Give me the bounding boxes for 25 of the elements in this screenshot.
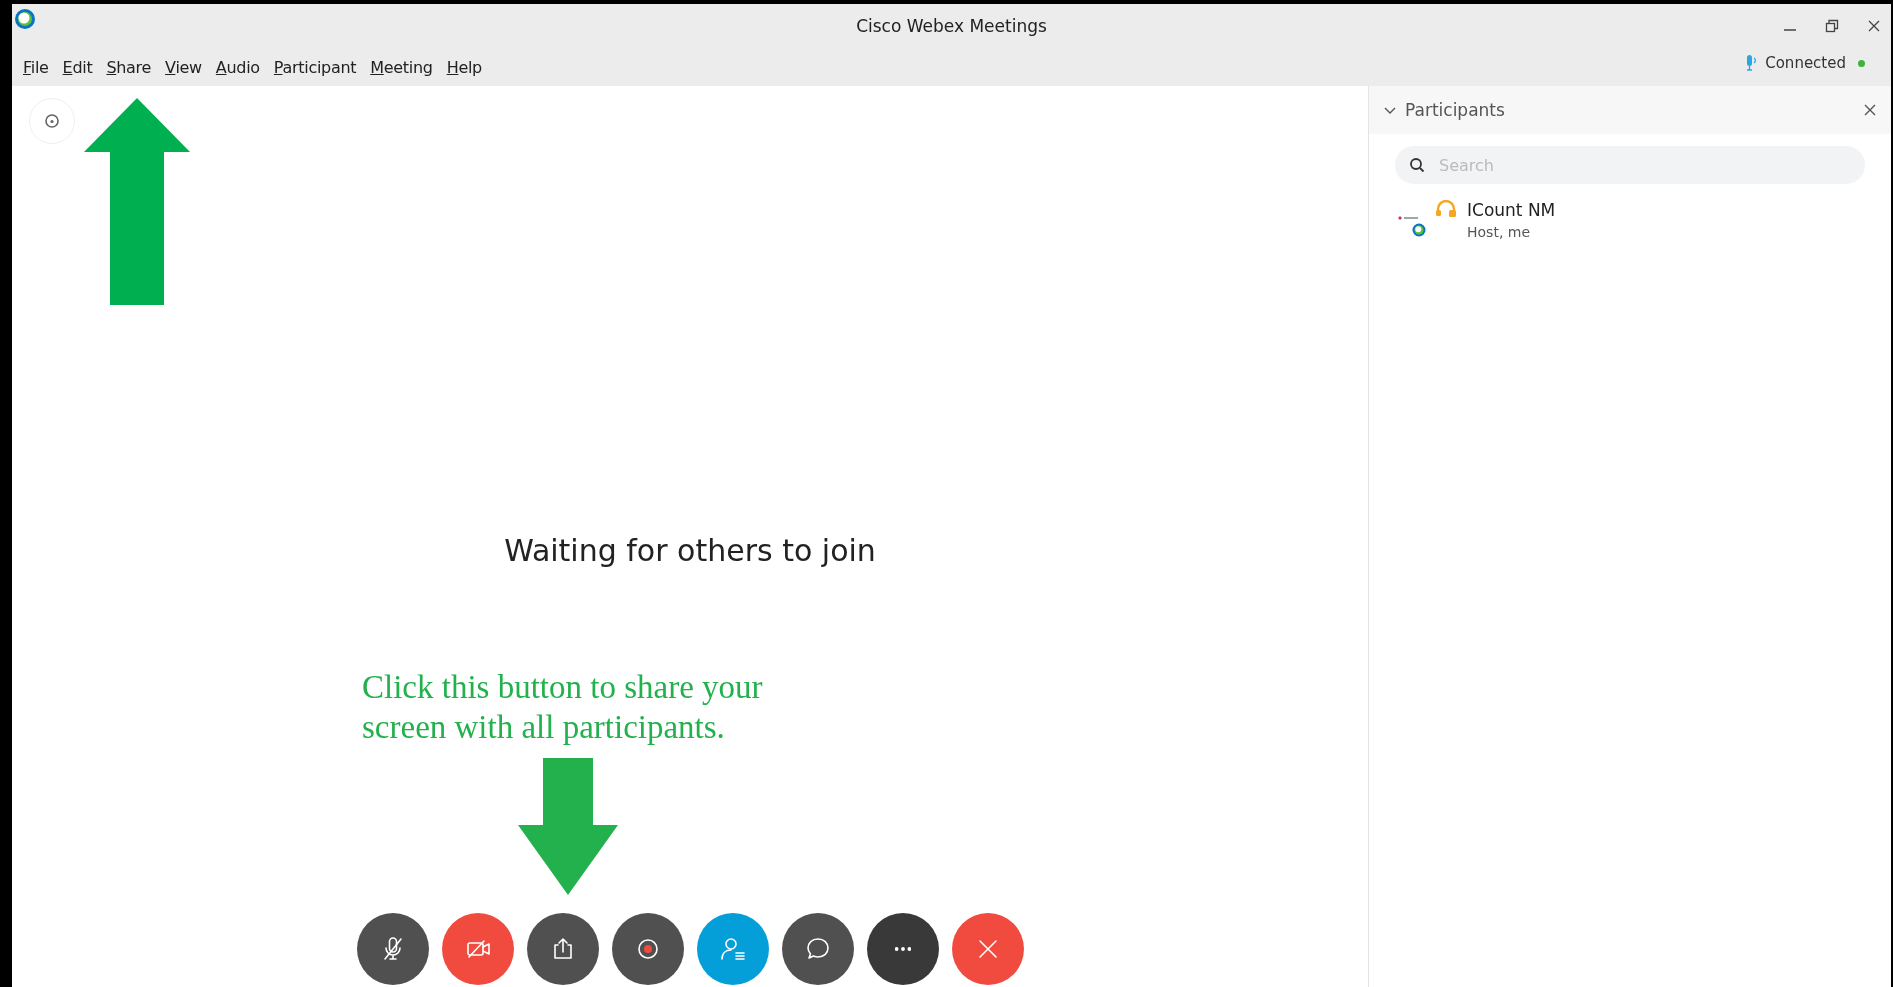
connection-status: Connected [1765,54,1846,72]
menu-item[interactable]: Participant [266,57,364,77]
info-icon [44,113,60,129]
annotation-text: Click this button to share your screen with all participants. [362,668,764,747]
close-icon[interactable] [1867,19,1881,33]
headset-icon [1435,200,1457,220]
window-title: Cisco Webex Meetings [856,16,1047,36]
menu-item[interactable]: Edit [55,57,100,77]
participant-name: ICount NM [1467,200,1556,220]
more-icon [894,947,911,951]
menu-item[interactable]: View [158,57,209,77]
menu-item[interactable]: Help [439,57,489,77]
menu-item[interactable]: Share [99,57,159,77]
close-icon[interactable] [1863,103,1877,117]
menu-item[interactable]: Audio [208,57,267,77]
menu-item[interactable]: File [16,57,56,77]
search-field[interactable]: Search [1395,146,1865,184]
participant-role: Host, me [1467,224,1532,240]
search-icon [1409,157,1425,173]
panel-title: Participants [1405,100,1505,120]
restore-icon[interactable] [1825,19,1839,33]
menu-item[interactable]: Meeting [363,57,440,77]
microphone-icon [1745,54,1758,72]
waiting-message: Waiting for others to join [504,533,876,568]
logo-icon [14,8,36,30]
